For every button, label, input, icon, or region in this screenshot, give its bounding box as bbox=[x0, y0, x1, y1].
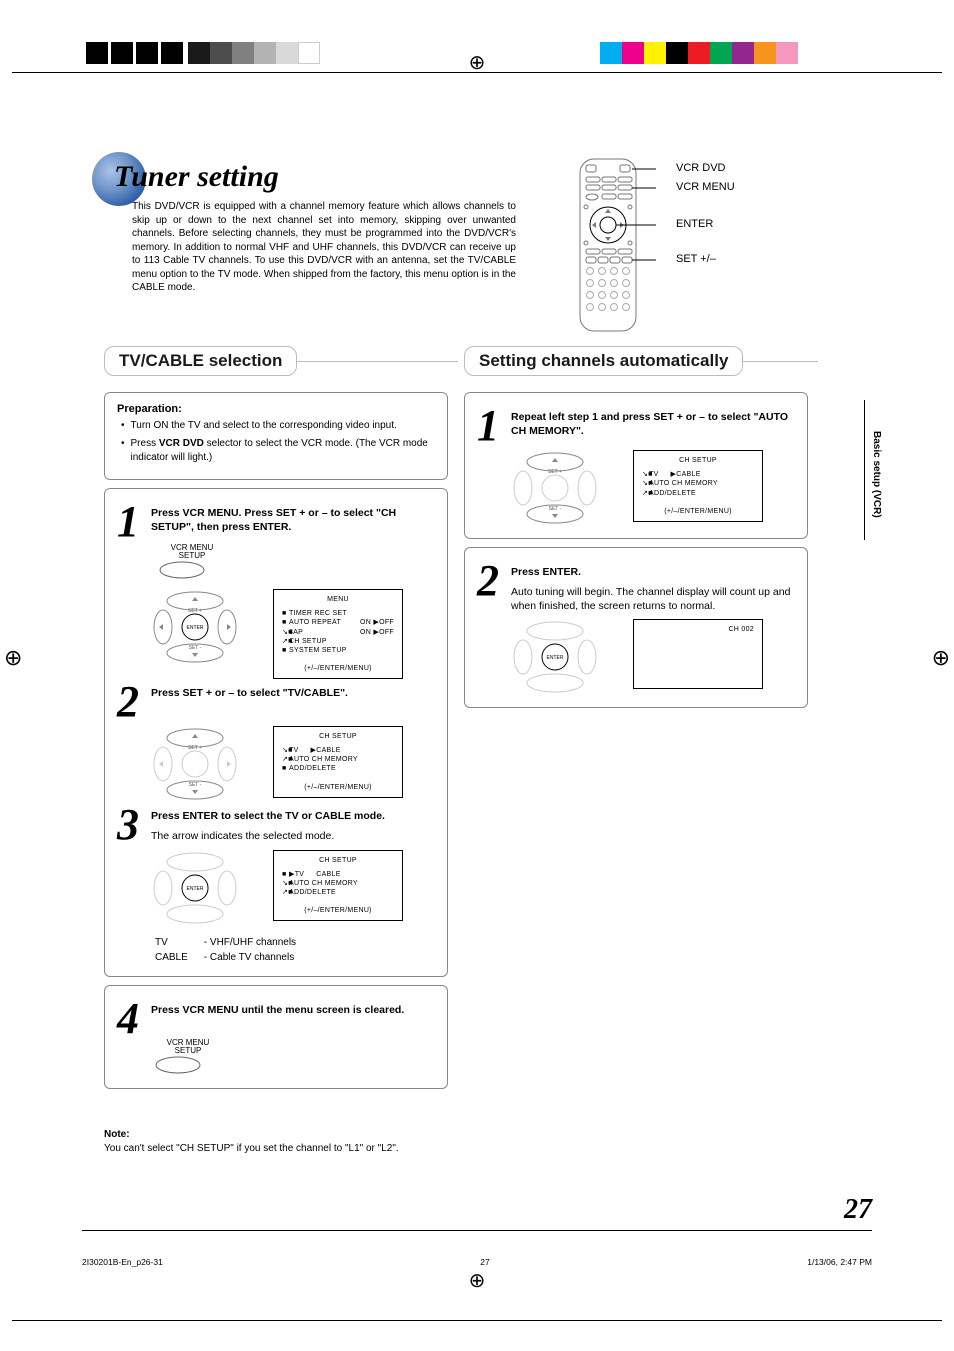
osd-screen: CH SETUP ■▶TVCABLE ↘■AUTO CH MEMORY ↗■AD… bbox=[273, 850, 403, 921]
osd-screen: MENU ■TIMER REC SET ■AUTO REPEATON ▶OFF … bbox=[273, 589, 403, 678]
steps-box-left: 1 Press VCR MENU. Press SET + or – to se… bbox=[104, 488, 448, 977]
svg-text:SET +: SET + bbox=[188, 608, 202, 614]
svg-text:SET -: SET - bbox=[189, 645, 202, 651]
heading-tv-cable: TV/CABLE selection bbox=[104, 346, 297, 376]
channel-type-table: TV- VHF/UHF channels CABLE- Cable TV cha… bbox=[153, 934, 298, 966]
step-number: 1 bbox=[477, 407, 505, 444]
remote-diagram: VCR DVD VCR MENU ENTER SET +/– bbox=[576, 155, 656, 338]
step-text: Press VCR MENU. Press SET + or – to sele… bbox=[151, 503, 435, 540]
svg-text:SET +: SET + bbox=[548, 469, 562, 475]
osd-screen: CH SETUP ↘■TV▶CABLE ↗■AUTO CH MEMORY ■AD… bbox=[273, 726, 403, 797]
step-text: Press SET + or – to select "TV/CABLE". bbox=[151, 683, 435, 720]
dpad-icon: ENTER bbox=[507, 619, 603, 695]
svg-text:ENTER: ENTER bbox=[547, 655, 564, 661]
step-number: 3 bbox=[117, 806, 145, 843]
print-registration-top: ⊕ bbox=[0, 0, 954, 75]
svg-text:ENTER: ENTER bbox=[187, 886, 204, 892]
note-block: Note: You can't select "CH SETUP" if you… bbox=[104, 1128, 448, 1155]
button-label: VCR MENU SETUP bbox=[157, 544, 227, 560]
svg-text:SET -: SET - bbox=[189, 782, 202, 788]
section-title: Tuner setting bbox=[96, 160, 279, 194]
dpad-icon: SET + SET - bbox=[147, 726, 243, 802]
dpad-icon: SET + SET - ENTER bbox=[147, 589, 243, 665]
remote-callout-vcr-menu: VCR MENU bbox=[676, 181, 735, 193]
page-rule bbox=[82, 1230, 872, 1231]
step-text: Repeat left step 1 and press SET + or – … bbox=[511, 407, 795, 444]
svg-text:SET +: SET + bbox=[188, 745, 202, 751]
print-registration-bottom bbox=[12, 1320, 942, 1321]
preparation-title: Preparation: bbox=[117, 403, 435, 415]
step4-box: 4 Press VCR MENU until the menu screen i… bbox=[104, 985, 448, 1089]
intro-paragraph: This DVD/VCR is equipped with a channel … bbox=[132, 200, 516, 295]
step-number: 1 bbox=[117, 503, 145, 540]
step-text: Press ENTER. Auto tuning will begin. The… bbox=[511, 562, 795, 613]
svg-text:SET -: SET - bbox=[549, 506, 562, 512]
remote-callout-enter: ENTER bbox=[676, 218, 713, 230]
osd-screen: CH SETUP ↘■TV▶CABLE ↘■AUTO CH MEMORY ↗■A… bbox=[633, 450, 763, 521]
preparation-box: Preparation: •Turn ON the TV and select … bbox=[104, 392, 448, 480]
dpad-icon: SET + SET - bbox=[507, 450, 603, 526]
step-number: 4 bbox=[117, 1000, 145, 1037]
step-text: Press ENTER to select the TV or CABLE mo… bbox=[151, 806, 435, 843]
svg-text:ENTER: ENTER bbox=[187, 625, 204, 631]
registration-mark-icon: ⊕ bbox=[932, 645, 950, 671]
side-tab-label: Basic setup (VCR) bbox=[864, 400, 882, 540]
osd-screen: CH 002 bbox=[633, 619, 763, 689]
steps-box-right: 1 Repeat left step 1 and press SET + or … bbox=[464, 392, 808, 539]
dpad-icon: ENTER bbox=[147, 850, 243, 926]
step2-box-right: 2 Press ENTER. Auto tuning will begin. T… bbox=[464, 547, 808, 708]
prep-item: •Press VCR DVD selector to select the VC… bbox=[121, 437, 435, 465]
remote-icon bbox=[576, 155, 656, 335]
oval-button-icon bbox=[153, 1055, 203, 1075]
registration-mark-icon: ⊕ bbox=[4, 645, 22, 671]
footer-info: 2I30201B-En_p26-31 27 1/13/06, 2:47 PM bbox=[82, 1257, 872, 1267]
page-number: 27 bbox=[844, 1194, 872, 1226]
remote-callout-vcr-dvd: VCR DVD bbox=[676, 162, 726, 174]
step-number: 2 bbox=[477, 562, 505, 613]
step-number: 2 bbox=[117, 683, 145, 720]
registration-mark-icon: ⊕ bbox=[469, 1268, 486, 1293]
remote-callout-set: SET +/– bbox=[676, 253, 716, 265]
step-text: Press VCR MENU until the menu screen is … bbox=[151, 1000, 435, 1037]
prep-item: •Turn ON the TV and select to the corres… bbox=[121, 419, 435, 433]
button-label: VCR MENU SETUP bbox=[153, 1039, 223, 1055]
heading-auto-channels: Setting channels automatically bbox=[464, 346, 743, 376]
oval-button-icon bbox=[157, 560, 207, 580]
